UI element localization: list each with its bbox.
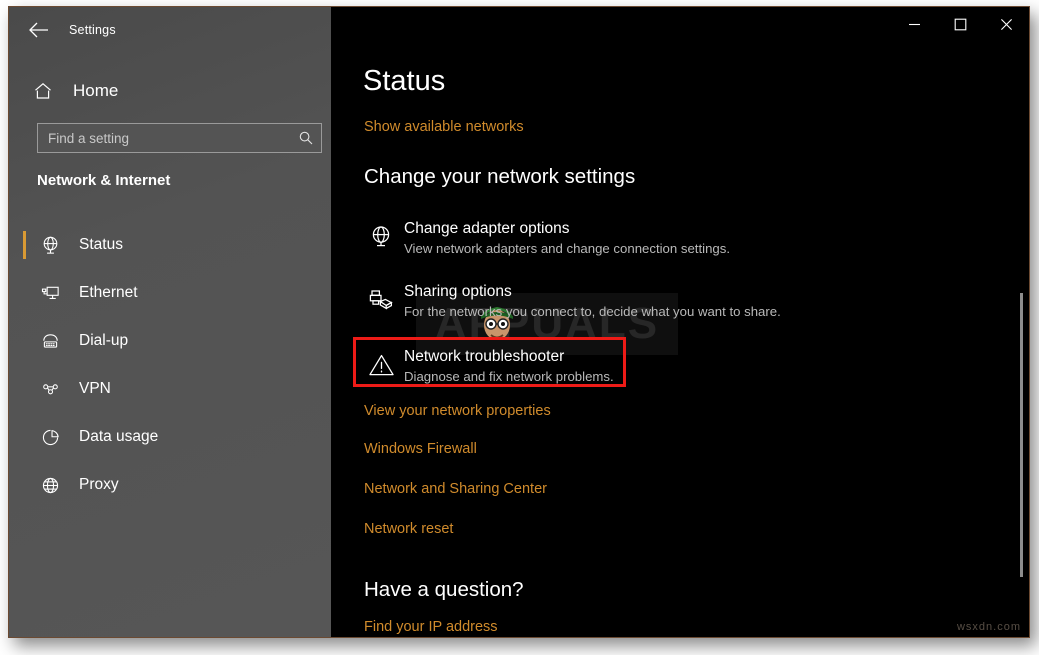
main-content: Status Show available networks Change yo… <box>331 7 1029 637</box>
sidebar-item-label: Data usage <box>79 428 158 446</box>
sidebar-home-label: Home <box>73 81 118 101</box>
globe-monitor-icon <box>364 220 398 254</box>
link-find-your-ip-address[interactable]: Find your IP address <box>364 619 498 635</box>
sharing-printer-icon <box>364 283 398 317</box>
window-controls <box>891 7 1029 53</box>
sidebar-item-label: Dial-up <box>79 332 128 350</box>
scrollbar-thumb[interactable] <box>1020 293 1023 577</box>
link-windows-firewall[interactable]: Windows Firewall <box>364 441 477 457</box>
sidebar-nav: Status Ethernet <box>9 221 331 509</box>
sidebar-item-home[interactable]: Home <box>9 73 331 109</box>
sidebar-category-title: Network & Internet <box>37 172 170 189</box>
corner-watermark: wsxdn.com <box>957 621 1021 633</box>
link-view-network-properties[interactable]: View your network properties <box>364 403 551 419</box>
vpn-key-icon <box>37 376 63 402</box>
minimize-icon[interactable] <box>891 7 937 41</box>
entry-subtitle: Diagnose and fix network problems. <box>404 368 614 386</box>
home-icon <box>33 81 59 101</box>
sidebar: Settings Home Networ <box>9 7 331 637</box>
search-input[interactable] <box>38 131 291 146</box>
entry-change-adapter-options[interactable]: Change adapter options View network adap… <box>364 219 964 258</box>
sidebar-item-proxy[interactable]: Proxy <box>9 461 331 509</box>
entry-title: Network troubleshooter <box>404 347 614 366</box>
scrollbar-track[interactable] <box>1017 53 1027 637</box>
link-network-and-sharing-center[interactable]: Network and Sharing Center <box>364 481 547 497</box>
globe-icon <box>37 472 63 498</box>
sidebar-item-label: Proxy <box>79 476 119 494</box>
screen: Settings Home Networ <box>0 0 1039 655</box>
entry-title: Sharing options <box>404 282 781 301</box>
selection-indicator <box>23 231 26 259</box>
window-titlebar-left: Settings <box>9 7 331 53</box>
sidebar-item-vpn[interactable]: VPN <box>9 365 331 413</box>
section-heading-change-settings: Change your network settings <box>364 165 635 189</box>
back-arrow-icon[interactable] <box>17 10 61 50</box>
section-heading-have-a-question: Have a question? <box>364 578 524 602</box>
ethernet-icon <box>37 280 63 306</box>
sidebar-item-dialup[interactable]: Dial-up <box>9 317 331 365</box>
maximize-icon[interactable] <box>937 7 983 41</box>
warning-triangle-icon <box>364 348 398 382</box>
entry-subtitle: For the networks you connect to, decide … <box>404 303 781 321</box>
dialup-modem-icon <box>37 328 63 354</box>
show-available-networks-link[interactable]: Show available networks <box>364 119 524 135</box>
sidebar-item-label: Status <box>79 236 123 254</box>
entry-title: Change adapter options <box>404 219 730 238</box>
globe-monitor-icon <box>37 232 63 258</box>
page-title: Status <box>363 65 445 98</box>
search-box[interactable] <box>37 123 322 153</box>
sidebar-item-label: VPN <box>79 380 111 398</box>
settings-window: Settings Home Networ <box>8 6 1030 638</box>
pie-chart-icon <box>37 424 63 450</box>
entry-subtitle: View network adapters and change connect… <box>404 240 730 258</box>
sidebar-item-label: Ethernet <box>79 284 138 302</box>
link-network-reset[interactable]: Network reset <box>364 521 453 537</box>
close-icon[interactable] <box>983 7 1029 41</box>
sidebar-item-status[interactable]: Status <box>9 221 331 269</box>
sidebar-item-data-usage[interactable]: Data usage <box>9 413 331 461</box>
entry-network-troubleshooter[interactable]: Network troubleshooter Diagnose and fix … <box>364 347 964 386</box>
search-icon[interactable] <box>291 130 321 146</box>
entry-sharing-options[interactable]: Sharing options For the networks you con… <box>364 282 964 321</box>
sidebar-item-ethernet[interactable]: Ethernet <box>9 269 331 317</box>
app-title: Settings <box>69 23 116 37</box>
